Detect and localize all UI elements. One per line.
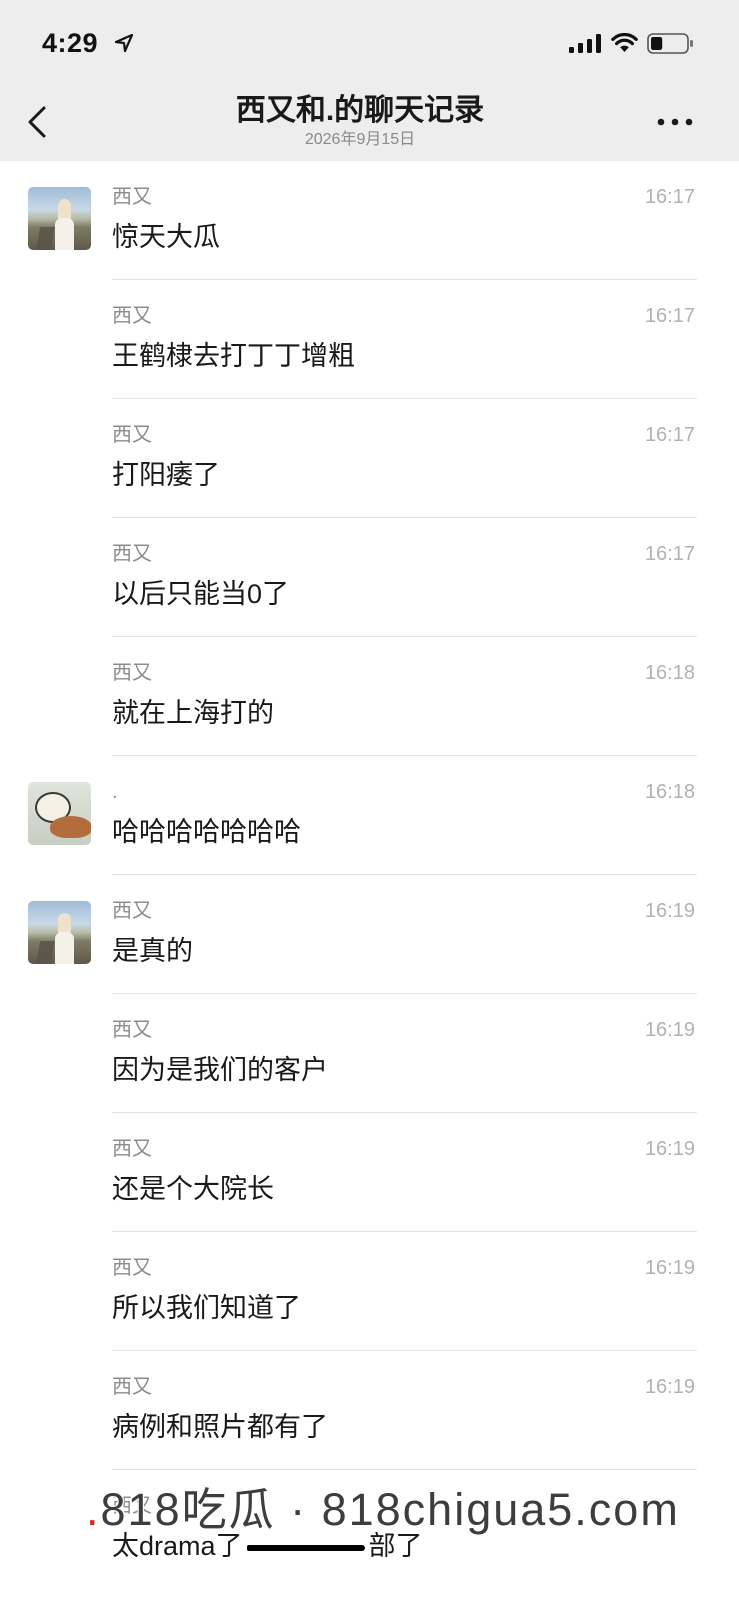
message-row[interactable]: 西又 16:17 王鹤棣去打丁丁增粗 [0,280,739,399]
message-row[interactable]: . 16:18 哈哈哈哈哈哈哈 [0,756,739,875]
message-text: 就在上海打的 [112,698,274,728]
location-arrow-icon [114,33,134,53]
sender-name: 西又 [112,1138,152,1160]
battery-icon [647,33,695,54]
message-text: 还是个大院长 [112,1174,274,1204]
sender-name: 西又 [112,1019,152,1041]
title-block: 西又和.的聊天记录 2026年9月15日 [0,93,720,150]
message-list[interactable]: 西又 16:17 惊天大瓜 西又 16:17 王鹤棣去打丁丁增粗 西又 16:1… [0,161,739,1600]
avatar[interactable] [28,901,91,964]
message-text: 以后只能当0了 [112,579,290,609]
status-time: 4:29 [42,28,99,58]
top-bar: 4:29 西又和.的聊天记录 2026年9月15日 [0,0,739,161]
message-time: 16:17 [644,305,695,327]
more-button[interactable] [655,116,695,128]
message-text: 王鹤棣去打丁丁增粗 [112,341,355,371]
signal-bar [596,34,601,53]
message-text: 所以我们知道了 [112,1293,301,1323]
sender-name: 西又 [112,305,152,327]
message-time: 16:19 [644,1019,695,1041]
page-subtitle: 2026年9月15日 [304,131,416,148]
message-row[interactable]: 西又 16:19 病例和照片都有了 [0,1351,739,1470]
sender-name: 西又 [112,900,152,922]
message-row[interactable]: 西又 16:18 就在上海打的 [0,637,739,756]
message-time: 16:19 [644,1138,695,1160]
message-text: 哈哈哈哈哈哈哈 [112,817,301,847]
message-text: 是真的 [112,936,193,966]
wifi-icon [611,33,638,53]
sender-name: 西又 [112,543,152,565]
message-text: 病例和照片都有了 [112,1412,328,1442]
sender-name: . [112,781,118,803]
message-time: 16:19 [644,900,695,922]
message-row[interactable]: 西又 16:17 打阳痿了 [0,399,739,518]
message-text: 因为是我们的客户 [112,1055,328,1085]
message-row[interactable]: 西又 16:19 是真的 [0,875,739,994]
watermark-text: 818吃瓜 · 818chigua5.com [100,1484,680,1535]
avatar[interactable] [28,187,91,250]
message-time: 16:17 [644,424,695,446]
sender-name: 西又 [112,662,152,684]
watermark: .818吃瓜 · 818chigua5.com [86,1480,680,1540]
message-text: 打阳痿了 [112,460,220,490]
cellular-signal-icon [569,34,602,53]
redaction-bar [246,1544,365,1551]
message-row[interactable]: 西又 16:19 还是个大院长 [0,1113,739,1232]
more-dots-icon [657,118,693,126]
message-time: 16:18 [644,781,695,803]
message-row[interactable]: 西又 16:19 因为是我们的客户 [0,994,739,1113]
message-row[interactable]: 西又 16:17 惊天大瓜 [0,161,739,280]
signal-bar [569,47,574,53]
message-time: 16:17 [644,543,695,565]
message-text: 惊天大瓜 [112,222,220,252]
screen: 4:29 西又和.的聊天记录 2026年9月15日 西又 16:17 惊天大瓜 … [0,0,739,1600]
message-time: 16:19 [644,1257,695,1279]
signal-bar [587,39,592,53]
sender-name: 西又 [112,186,152,208]
sender-name: 西又 [112,1376,152,1398]
watermark-dot: . [86,1484,101,1535]
avatar[interactable] [28,782,91,845]
message-time: 16:17 [644,186,695,208]
signal-bar [578,43,583,53]
sender-name: 西又 [112,424,152,446]
message-row[interactable]: 西又 16:17 以后只能当0了 [0,518,739,637]
sender-name: 西又 [112,1257,152,1279]
page-title: 西又和.的聊天记录 [235,94,485,127]
message-time: 16:18 [644,662,695,684]
battery-fill [651,37,663,50]
message-time: 16:19 [644,1376,695,1398]
message-row[interactable]: 西又 16:19 所以我们知道了 [0,1232,739,1351]
